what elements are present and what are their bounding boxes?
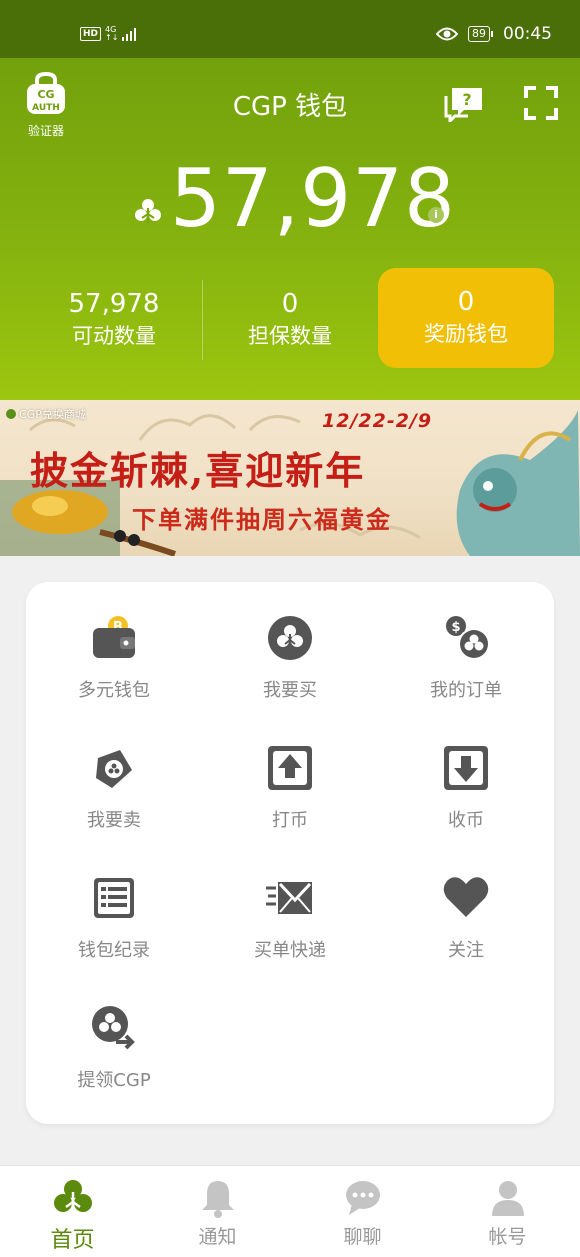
wallet-header: CG AUTH 验证器 CGP 钱包 ? 57,978 i 57,978 可动数…	[0, 58, 580, 400]
wallet-record-icon	[94, 878, 134, 918]
function-menu: B 多元钱包 我要买 $ 我的订单 我要卖 打币 收币 钱包纪录 买单快递 关注…	[26, 582, 554, 1124]
cgp-clover-icon	[135, 199, 161, 223]
status-bar: HD 4G ↑↓ 89 00:45	[0, 0, 580, 58]
available-amount-label: 可动数量	[72, 324, 156, 348]
bottom-tab-bar: 首页 通知 聊聊 帐号	[0, 1165, 580, 1257]
menu-item-label: 买单快递	[254, 940, 326, 961]
banner-brand-logo-icon	[6, 409, 16, 419]
tab-label: 帐号	[488, 1226, 527, 1248]
escrow-amount: 0 担保数量	[202, 288, 378, 352]
clock: 00:45	[503, 24, 552, 44]
banner-subline: 下单满件抽周六福黄金	[132, 505, 392, 534]
send-coin-icon	[268, 746, 312, 790]
reward-wallet-label: 奖励钱包	[424, 322, 508, 346]
withdraw-icon	[92, 1006, 135, 1050]
svg-text:$: $	[451, 620, 460, 635]
tab-chat[interactable]: 聊聊	[290, 1166, 435, 1257]
battery-icon: 89	[468, 26, 493, 42]
banner-date: 12/22-2/9	[322, 410, 433, 432]
heart-icon	[443, 877, 489, 917]
menu-item-send-coin[interactable]: 打币	[202, 712, 378, 842]
scan-button[interactable]	[524, 86, 558, 120]
multi-wallet-icon: B	[93, 616, 135, 658]
available-amount-value: 57,978	[68, 289, 160, 319]
escrow-amount-value: 0	[281, 289, 299, 319]
svg-text:?: ?	[462, 90, 471, 109]
sell-icon	[96, 750, 132, 788]
status-left: HD 4G ↑↓	[80, 26, 137, 42]
menu-item-label: 多元钱包	[78, 680, 150, 701]
home-clover-icon	[54, 1180, 92, 1217]
chat-icon	[346, 1181, 380, 1215]
menu-item-label: 打币	[272, 810, 308, 831]
page-title: CGP 钱包	[232, 92, 348, 122]
status-right: 89 00:45	[436, 24, 552, 44]
menu-item-orders[interactable]: $ 我的订单	[378, 582, 554, 712]
escrow-amount-label: 担保数量	[248, 324, 332, 348]
menu-item-label: 钱包纪录	[78, 940, 150, 961]
menu-item-express[interactable]: 买单快递	[202, 842, 378, 972]
banner-headline: 披金斩棘,喜迎新年	[30, 448, 366, 493]
menu-item-label: 提领CGP	[77, 1070, 151, 1091]
scan-frame-icon	[524, 86, 558, 120]
menu-item-label: 收币	[448, 810, 484, 831]
menu-item-label: 我的订单	[430, 680, 502, 701]
signal-icon	[122, 27, 137, 41]
dragon-lion-icon	[456, 410, 580, 556]
tab-label: 首页	[50, 1228, 95, 1253]
menu-item-wallet-record[interactable]: 钱包纪录	[26, 842, 202, 972]
menu-item-follow[interactable]: 关注	[378, 842, 554, 972]
eye-comfort-icon	[436, 27, 458, 41]
tab-notifications[interactable]: 通知	[145, 1166, 290, 1257]
buy-icon	[268, 616, 312, 660]
receive-coin-icon	[444, 746, 488, 790]
menu-item-label: 我要买	[263, 680, 317, 701]
balance-row: 57,978 i	[0, 154, 580, 244]
info-icon[interactable]: i	[428, 207, 444, 223]
tab-label: 聊聊	[343, 1226, 382, 1248]
tab-home[interactable]: 首页	[0, 1166, 145, 1257]
available-amount: 57,978 可动数量	[26, 288, 202, 352]
network-activity: ↑↓	[105, 33, 119, 42]
banner-brand: CGP兑换商城	[6, 406, 86, 422]
battery-level: 89	[468, 26, 490, 42]
balance-amount: 57,978	[170, 152, 456, 245]
menu-item-label: 我要卖	[87, 810, 141, 831]
menu-item-withdraw[interactable]: 提领CGP	[26, 972, 202, 1102]
promo-banner[interactable]: CGP兑换商城 12/22-2/9 披金斩棘,喜迎新年 下单满件抽周六福黄金	[0, 400, 580, 556]
help-chat-icon: ?	[444, 88, 482, 125]
reward-wallet-button[interactable]: 0 奖励钱包	[378, 268, 554, 368]
banner-brand-text: CGP兑换商城	[19, 408, 86, 421]
help-chat-button[interactable]: ?	[444, 86, 484, 125]
account-icon	[492, 1181, 524, 1216]
orders-icon: $	[446, 616, 490, 660]
tab-account[interactable]: 帐号	[435, 1166, 580, 1257]
menu-item-label: 关注	[448, 940, 484, 961]
authenticator-label: 验证器	[27, 124, 64, 138]
hd-badge: HD	[80, 27, 102, 41]
balance-stats: 57,978 可动数量 0 担保数量 0 奖励钱包	[0, 268, 580, 368]
menu-item-sell[interactable]: 我要卖	[26, 712, 202, 842]
menu-item-buy[interactable]: 我要买	[202, 582, 378, 712]
reward-wallet-value: 0	[457, 287, 475, 317]
bell-icon	[202, 1181, 234, 1218]
network-type: 4G ↑↓	[105, 26, 118, 42]
menu-item-multi-wallet[interactable]: B 多元钱包	[26, 582, 202, 712]
tab-label: 通知	[198, 1226, 237, 1248]
menu-item-receive-coin[interactable]: 收币	[378, 712, 554, 842]
express-mail-icon	[266, 882, 312, 914]
